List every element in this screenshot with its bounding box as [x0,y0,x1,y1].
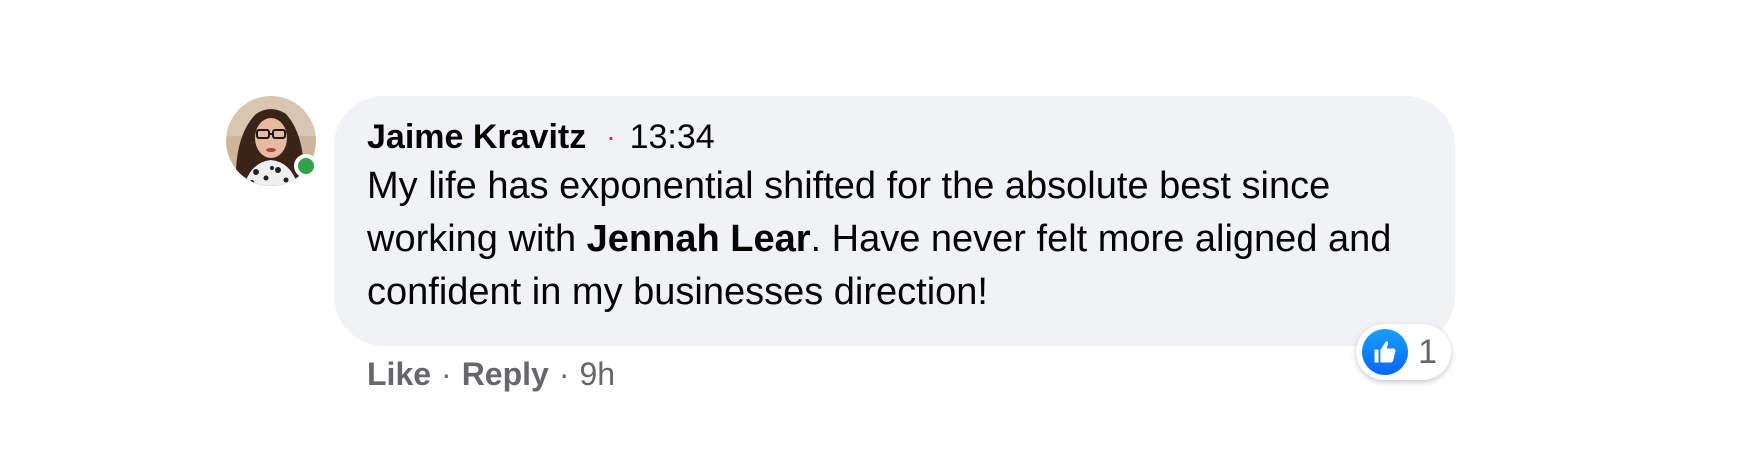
reaction-count: 1 [1418,332,1437,371]
comment-header: Jaime Kravitz · 13:34 [367,116,1395,158]
comment-actions: Like · Reply · 9h [367,356,1455,393]
avatar-container[interactable] [226,96,318,186]
comment-content: Jaime Kravitz · 13:34 My life has expone… [334,96,1455,393]
separator-dot: · [606,121,616,152]
reaction-summary[interactable]: 1 [1356,324,1451,380]
mention-link[interactable]: Jennah Lear [587,218,811,260]
online-status-indicator [294,154,318,178]
action-separator: · [441,356,452,392]
comment-age[interactable]: 9h [579,356,615,393]
reply-button[interactable]: Reply [462,356,549,393]
like-button[interactable]: Like [367,356,431,393]
action-separator: · [558,356,570,392]
author-name[interactable]: Jaime Kravitz [367,116,586,158]
thumbs-up-icon [1362,329,1409,375]
comment-text: My life has exponential shifted for the … [367,160,1395,319]
comment-bubble: Jaime Kravitz · 13:34 My life has expone… [334,96,1455,380]
comment-timestamp: 13:34 [629,118,715,156]
comment: Jaime Kravitz · 13:34 My life has expone… [226,96,1455,393]
